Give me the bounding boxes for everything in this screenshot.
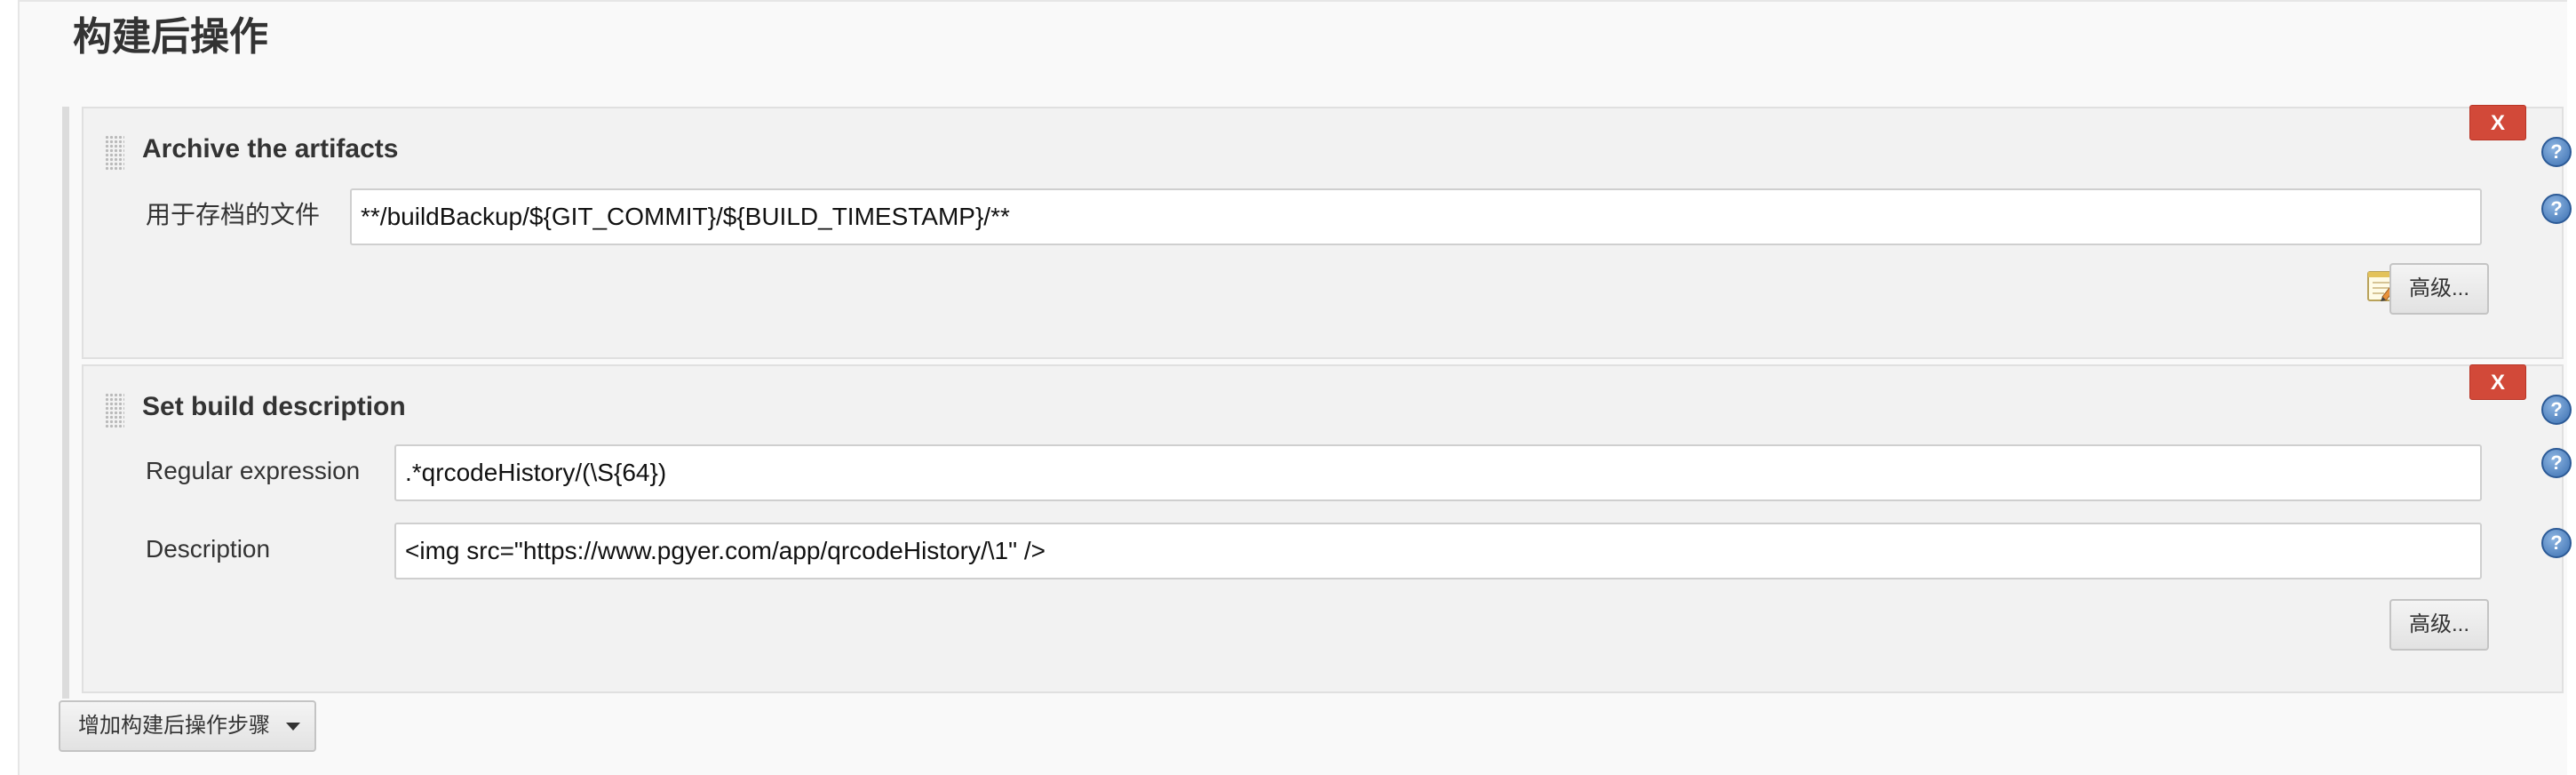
drag-handle-icon[interactable]	[105, 393, 124, 428]
advanced-button[interactable]: 高级...	[2389, 263, 2489, 315]
regular-expression-input[interactable]	[394, 444, 2482, 501]
question-mark-icon[interactable]: ?	[2541, 395, 2572, 425]
step-archive-artifacts: Archive the artifacts X ? 用于存档的文件 ? 高级..…	[82, 105, 2572, 359]
add-post-build-step-button[interactable]: 增加构建后操作步骤	[59, 700, 316, 752]
question-mark-icon[interactable]: ?	[2541, 448, 2572, 478]
post-build-actions-section: 构建后操作 Archive the artifacts X ? 用于存档的文件 …	[18, 0, 2572, 775]
delete-step-button[interactable]: X	[2469, 105, 2526, 140]
section-title: 构建后操作	[73, 15, 268, 59]
delete-step-button[interactable]: X	[2469, 364, 2526, 400]
add-post-build-step-label: 增加构建后操作步骤	[78, 714, 270, 738]
post-build-steps-container: Archive the artifacts X ? 用于存档的文件 ? 高级..…	[62, 105, 2572, 699]
field-label-archive-files: 用于存档的文件	[146, 201, 321, 228]
field-label-description: Description	[146, 535, 271, 563]
advanced-button[interactable]: 高级...	[2389, 599, 2489, 651]
archive-files-input[interactable]	[350, 188, 2482, 245]
field-label-regular-expression: Regular expression	[146, 457, 361, 484]
question-mark-icon[interactable]: ?	[2541, 528, 2572, 558]
step-title: Set build description	[142, 392, 406, 421]
description-input[interactable]	[394, 523, 2482, 579]
caret-down-icon	[286, 723, 300, 731]
drag-handle-icon[interactable]	[105, 135, 124, 171]
step-title: Archive the artifacts	[142, 134, 399, 164]
step-set-build-description: Set build description X ? Regular expres…	[82, 364, 2572, 693]
question-mark-icon[interactable]: ?	[2541, 137, 2572, 167]
question-mark-icon[interactable]: ?	[2541, 194, 2572, 224]
